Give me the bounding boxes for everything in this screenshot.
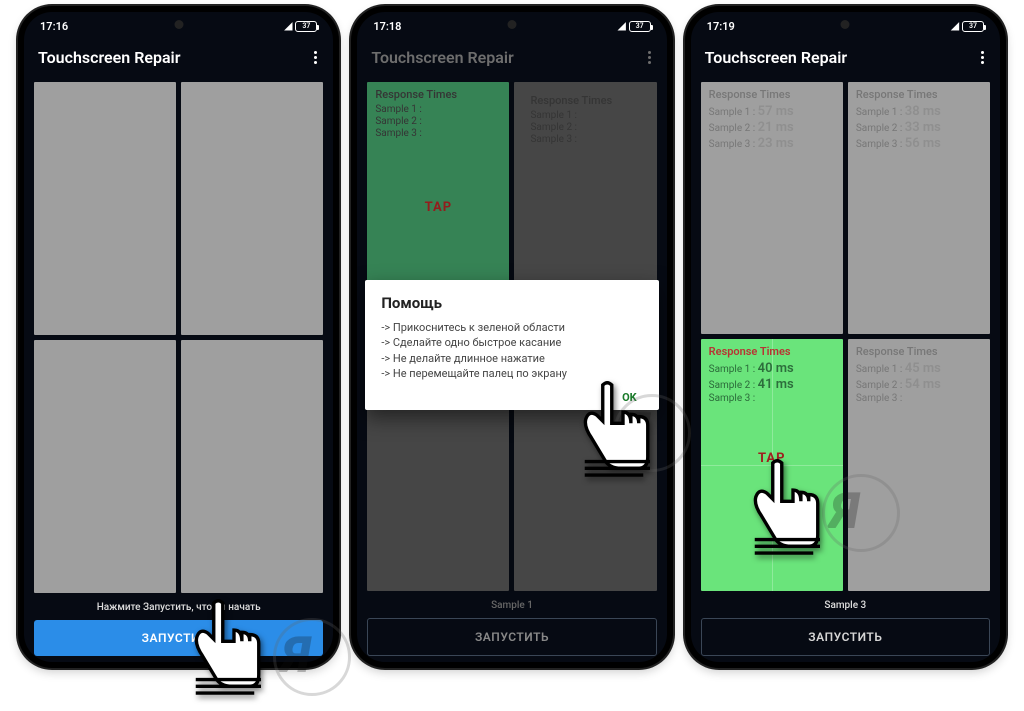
phone-2: 17:18 ◢ 37 Touchscreen Repair Response T…	[351, 6, 672, 668]
grid-cell-br[interactable]	[181, 340, 323, 593]
grid-cell-bl-active[interactable]: Response Times Sample 1 : 40 ms Sample 2…	[701, 339, 843, 591]
tap-label: TAP	[758, 451, 786, 466]
camera-notch	[507, 20, 516, 29]
battery-icon: 37	[629, 21, 651, 32]
status-time: 17:16	[40, 20, 68, 33]
launch-button[interactable]: ЗАПУСТИТЬ	[701, 618, 990, 656]
grid-cell-tl[interactable]: Response Times Sample 1 : 57 ms Sample 2…	[701, 82, 843, 334]
signal-icon: ◢	[285, 21, 292, 32]
phone-3: 17:19 ◢ 37 Touchscreen Repair Response T…	[685, 6, 1006, 668]
hint-text: Нажмите Запустить, чтобы начать	[34, 597, 323, 616]
grid-cell-tr[interactable]: Response Times Sample 1 : 38 ms Sample 2…	[848, 82, 990, 334]
launch-button[interactable]: ЗАПУСТИТЬ	[367, 618, 656, 656]
camera-notch	[174, 20, 183, 29]
hint-text: Sample 3	[701, 595, 990, 614]
dialog-title: Помощь	[381, 294, 642, 312]
more-icon[interactable]	[646, 45, 653, 70]
grid-cell-br[interactable]: Response Times Sample 1 : 45 ms Sample 2…	[848, 339, 990, 591]
app-title: Touchscreen Repair	[705, 48, 847, 67]
hint-text: Sample 1	[367, 595, 656, 614]
app-title: Touchscreen Repair	[371, 48, 513, 67]
grid-cell-tr[interactable]	[181, 82, 323, 335]
more-icon[interactable]	[979, 45, 986, 70]
watermark: Я	[613, 394, 691, 472]
tap-label: TAP	[425, 200, 453, 215]
app-title: Touchscreen Repair	[38, 48, 180, 67]
status-time: 17:18	[373, 20, 401, 33]
grid-cell-tl[interactable]	[34, 82, 176, 335]
phone-1: 17:16 ◢ 37 Touchscreen Repair Нажмите За…	[18, 6, 339, 668]
battery-icon: 37	[295, 21, 317, 32]
grid-cell-bl[interactable]	[34, 340, 176, 593]
signal-icon: ◢	[618, 21, 625, 32]
watermark: Я	[273, 618, 351, 696]
help-dialog: Помощь -> Прикоснитесь к зеленой области…	[365, 280, 658, 410]
battery-icon: 37	[962, 21, 984, 32]
watermark: Я	[822, 474, 900, 552]
status-time: 17:19	[707, 20, 735, 33]
more-icon[interactable]	[312, 45, 319, 70]
camera-notch	[841, 20, 850, 29]
signal-icon: ◢	[951, 21, 958, 32]
